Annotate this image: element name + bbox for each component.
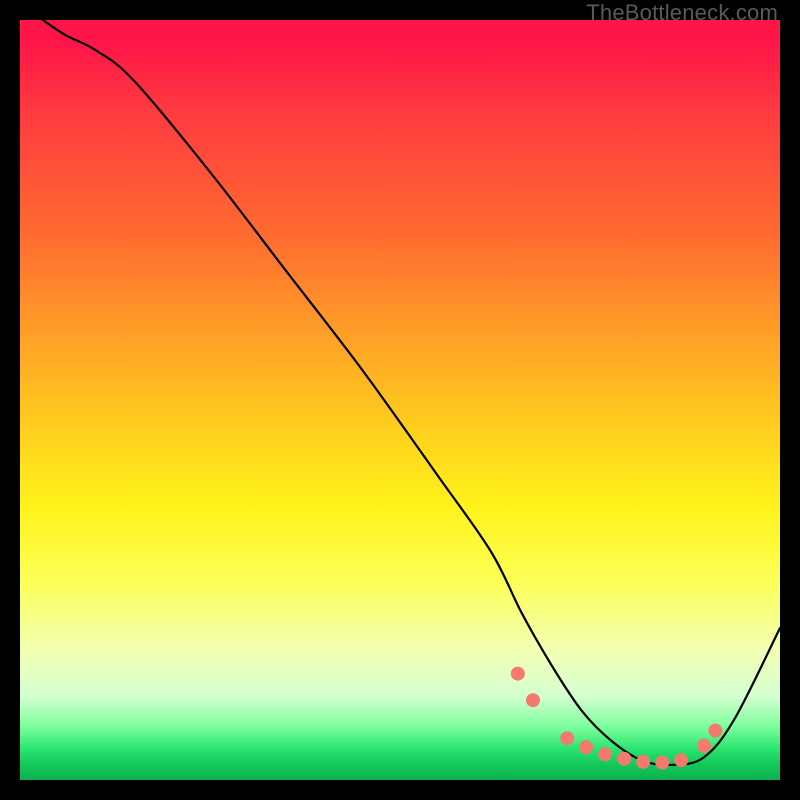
marker-dot (598, 747, 612, 761)
gradient-background (20, 20, 780, 780)
marker-dot (511, 667, 525, 681)
marker-dot (708, 724, 722, 738)
marker-dot (697, 739, 711, 753)
marker-dot (579, 740, 593, 754)
marker-dot (560, 731, 574, 745)
curve-overlay (20, 20, 780, 780)
watermark-text: TheBottleneck.com (586, 0, 778, 26)
marker-dot (526, 693, 540, 707)
chart-frame: TheBottleneck.com (0, 0, 800, 800)
bottleneck-curve (43, 20, 780, 765)
marker-dot (674, 753, 688, 767)
marker-dot (636, 755, 650, 769)
marker-dot (655, 756, 669, 770)
marker-dot (617, 752, 631, 766)
marker-dots (511, 667, 723, 770)
